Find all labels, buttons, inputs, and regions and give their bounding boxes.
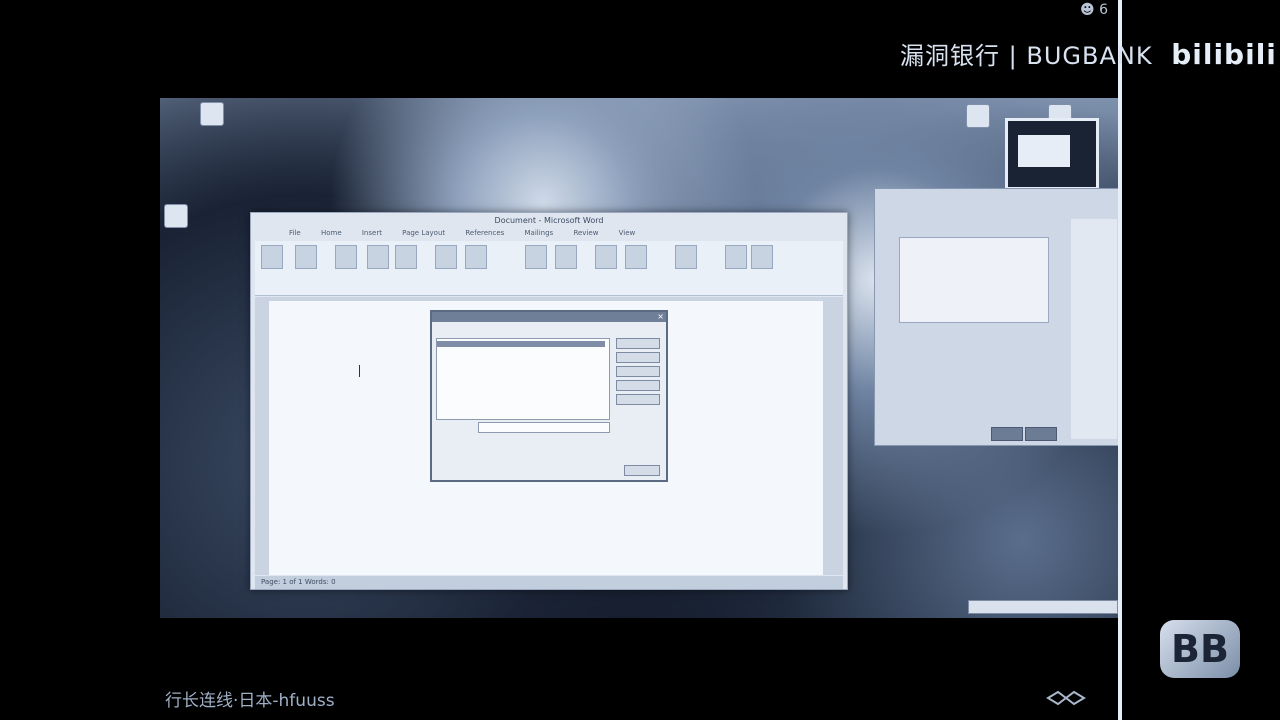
brand-cn: 漏洞银行 (900, 42, 1000, 70)
text-cursor (359, 365, 360, 377)
cancel-button[interactable] (624, 465, 660, 476)
ribbon-button[interactable] (261, 245, 283, 269)
brand-watermark: 漏洞银行 | BUGBANK bilibili (900, 36, 1277, 71)
side-app-list[interactable] (1071, 219, 1117, 439)
tab-page-layout[interactable]: Page Layout (402, 229, 445, 237)
side-app-button[interactable] (1025, 427, 1057, 441)
stream-caption: 行长连线·日本-hfuuss (165, 691, 335, 711)
bilibili-logo: bilibili (1171, 38, 1277, 71)
desktop-folder-icon[interactable] (966, 104, 990, 128)
dialog-title (432, 312, 666, 322)
desktop-app-icon[interactable] (200, 102, 224, 126)
viewer-count: 6 (1099, 2, 1108, 18)
tab-view[interactable]: View (619, 229, 636, 237)
ribbon-button[interactable] (675, 245, 697, 269)
word-status-bar: Page: 1 of 1 Words: 0 (255, 576, 843, 589)
tab-mailings[interactable]: Mailings (525, 229, 554, 237)
desktop-file-icon[interactable] (164, 204, 188, 228)
ribbon-button[interactable] (625, 245, 647, 269)
dialog-box[interactable]: × (430, 310, 668, 482)
side-app-title (875, 189, 1118, 201)
tab-insert[interactable]: Insert (362, 229, 382, 237)
viewer-icon: ☻ (1080, 2, 1095, 18)
ribbon-tabs: File Home Insert Page Layout References … (251, 229, 847, 241)
close-icon[interactable]: × (657, 312, 664, 321)
dialog-button[interactable] (616, 366, 660, 377)
ribbon-button[interactable] (525, 245, 547, 269)
dialog-button-ok[interactable] (616, 338, 660, 349)
ribbon-button[interactable] (335, 245, 357, 269)
dialog-list[interactable] (436, 338, 610, 420)
tab-file[interactable]: File (289, 229, 301, 237)
side-app-panel (899, 237, 1049, 323)
frame-divider (1118, 0, 1122, 720)
dialog-button[interactable] (616, 380, 660, 391)
dialog-button[interactable] (616, 352, 660, 363)
ribbon-button[interactable] (595, 245, 617, 269)
brand-separator: | (1008, 42, 1018, 70)
corner-decoration-icon (1046, 690, 1086, 706)
ribbon-button[interactable] (751, 245, 773, 269)
window-thumbnail-preview[interactable] (1005, 118, 1099, 190)
desktop-screenshot: Document - Microsoft Word File Home Inse… (160, 98, 1118, 618)
tab-references[interactable]: References (465, 229, 504, 237)
taskbar-strip[interactable] (968, 600, 1118, 614)
ribbon-button[interactable] (555, 245, 577, 269)
dialog-button[interactable] (616, 394, 660, 405)
bugbank-logo: BB (1160, 620, 1240, 678)
ribbon-button[interactable] (367, 245, 389, 269)
tab-review[interactable]: Review (573, 229, 598, 237)
viewer-badge: ☻ 6 (1080, 2, 1108, 18)
tab-home[interactable]: Home (321, 229, 342, 237)
side-application-window[interactable] (874, 188, 1118, 446)
ribbon-button[interactable] (465, 245, 487, 269)
ribbon-button[interactable] (435, 245, 457, 269)
ribbon-button[interactable] (725, 245, 747, 269)
ribbon (255, 241, 843, 296)
ribbon-button[interactable] (295, 245, 317, 269)
ribbon-button[interactable] (395, 245, 417, 269)
brand-en: BUGBANK (1026, 42, 1153, 70)
word-title: Document - Microsoft Word (494, 216, 604, 225)
dialog-combo-box[interactable] (478, 422, 610, 433)
side-app-button[interactable] (991, 427, 1023, 441)
selected-list-item[interactable] (437, 341, 605, 347)
